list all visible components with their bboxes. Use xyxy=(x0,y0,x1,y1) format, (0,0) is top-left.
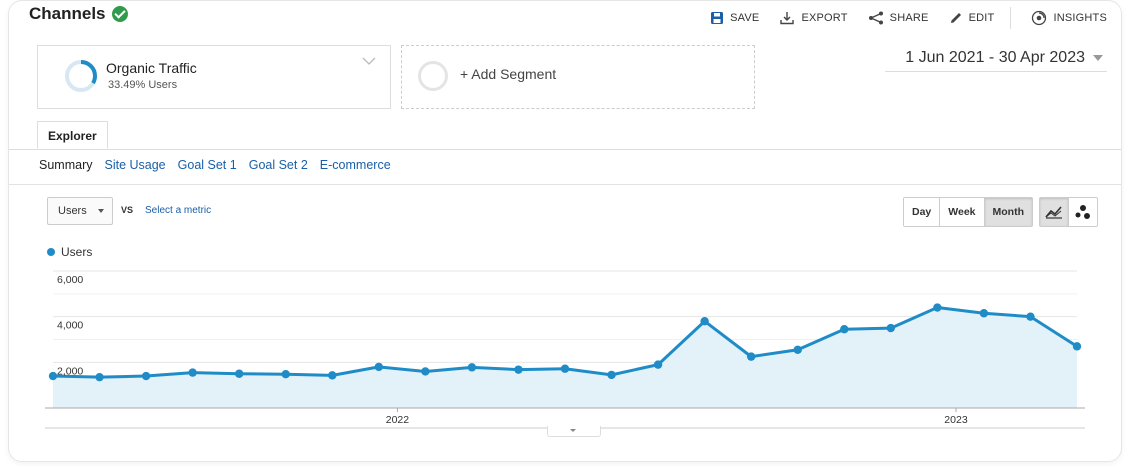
data-point xyxy=(234,369,244,378)
y-tick-label: 4,000 xyxy=(57,320,83,332)
data-point xyxy=(886,323,896,333)
data-point xyxy=(374,362,384,372)
y-tick-label: 6,000 xyxy=(57,274,83,286)
data-point xyxy=(1026,312,1035,321)
x-tick-label: 2022 xyxy=(386,414,410,426)
data-point xyxy=(95,372,104,382)
data-point xyxy=(188,368,197,377)
report-panel: Channels SAVE EXPORT SHARE EDIT INSIGHTS… xyxy=(8,0,1122,462)
data-point xyxy=(421,367,430,376)
data-point xyxy=(607,370,616,380)
data-point xyxy=(933,303,942,312)
data-point xyxy=(979,309,989,318)
series-area xyxy=(53,307,1077,408)
data-point xyxy=(1072,342,1082,351)
y-tick-label: 2,000 xyxy=(57,365,83,377)
chart-scroll-handle[interactable] xyxy=(547,426,601,437)
data-point xyxy=(793,345,802,354)
data-point xyxy=(653,360,663,369)
data-point xyxy=(746,352,756,361)
x-tick-label: 2023 xyxy=(944,414,968,426)
data-point xyxy=(560,364,570,373)
data-point xyxy=(141,371,151,381)
data-point xyxy=(328,371,337,380)
data-point xyxy=(281,370,290,379)
data-point xyxy=(48,371,58,381)
data-point xyxy=(514,365,523,374)
data-point xyxy=(840,325,849,334)
data-point xyxy=(467,363,477,372)
users-area-chart: 6,000 4,000 2,000 2022 2023 xyxy=(45,270,1085,429)
data-point xyxy=(700,317,709,326)
